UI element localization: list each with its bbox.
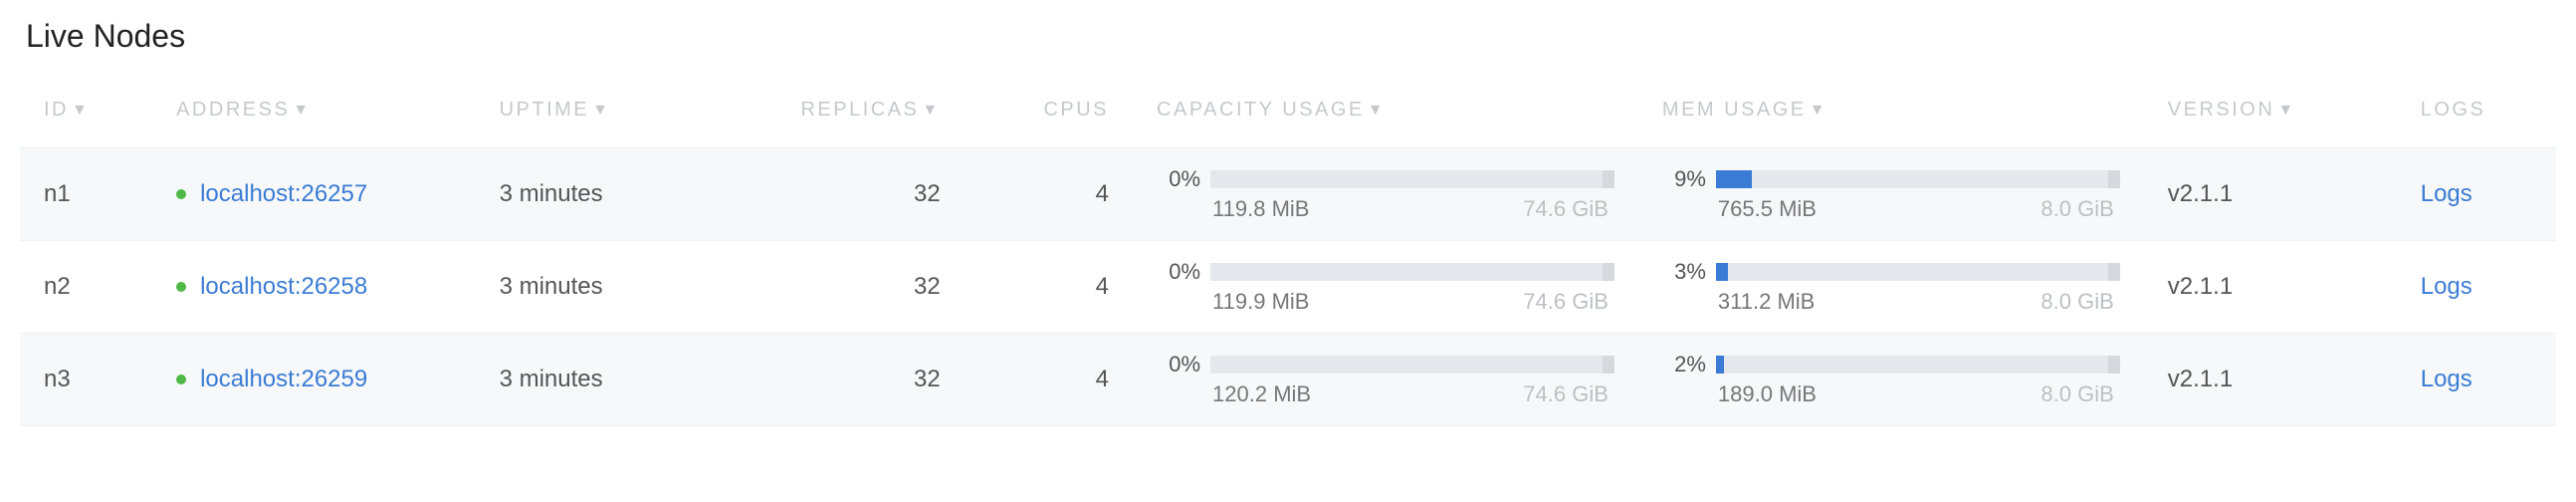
mem-bar-fill: [1716, 356, 1724, 374]
mem-percent: 9%: [1662, 166, 1706, 192]
sort-icon: ▼: [2277, 102, 2295, 119]
cell-address: localhost:26257: [152, 148, 475, 241]
cell-cpus: 4: [965, 334, 1133, 426]
capacity-used: 120.2 MiB: [1212, 381, 1515, 407]
page-title: Live Nodes: [20, 10, 2556, 77]
cell-uptime: 3 minutes: [476, 334, 701, 426]
mem-total: 8.0 GiB: [2040, 381, 2119, 407]
cell-version: v2.1.1: [2144, 241, 2397, 334]
cell-replicas: 32: [700, 334, 965, 426]
capacity-percent: 0%: [1157, 352, 1200, 377]
sort-icon: ▼: [1810, 102, 1827, 119]
table-row: n2 localhost:26258 3 minutes 32 4 0% 119…: [20, 241, 2556, 334]
bar-cap-icon: [2108, 263, 2120, 281]
capacity-total: 74.6 GiB: [1523, 381, 1614, 407]
mem-bar-fill: [1716, 263, 1728, 281]
col-logs: LOGS: [2397, 77, 2556, 148]
sort-icon: ▼: [1368, 102, 1386, 119]
status-dot-icon: [176, 189, 186, 199]
col-id[interactable]: ID▼: [20, 77, 152, 148]
sort-icon: ▼: [922, 102, 940, 119]
status-dot-icon: [176, 282, 186, 292]
cell-mem-usage: 2% 189.0 MiB 8.0 GiB: [1638, 334, 2144, 426]
bar-cap-icon: [1603, 263, 1614, 281]
table-row: n1 localhost:26257 3 minutes 32 4 0% 119…: [20, 148, 2556, 241]
capacity-bar: [1210, 263, 1614, 281]
status-dot-icon: [176, 375, 186, 384]
mem-percent: 3%: [1662, 259, 1706, 285]
nodes-table: ID▼ ADDRESS▼ UPTIME▼ REPLICAS▼ CPUS CAPA…: [20, 77, 2556, 426]
mem-bar: [1716, 356, 2120, 374]
col-replicas[interactable]: REPLICAS▼: [700, 77, 965, 148]
address-link[interactable]: localhost:26258: [200, 273, 367, 300]
sort-icon: ▼: [293, 102, 311, 119]
mem-total: 8.0 GiB: [2040, 196, 2119, 222]
cell-logs: Logs: [2397, 148, 2556, 241]
bar-cap-icon: [2108, 170, 2120, 188]
cell-uptime: 3 minutes: [476, 241, 701, 334]
mem-percent: 2%: [1662, 352, 1706, 377]
col-address[interactable]: ADDRESS▼: [152, 77, 475, 148]
cell-cpus: 4: [965, 148, 1133, 241]
cell-logs: Logs: [2397, 241, 2556, 334]
capacity-bar: [1210, 356, 1614, 374]
cell-mem-usage: 9% 765.5 MiB 8.0 GiB: [1638, 148, 2144, 241]
logs-link[interactable]: Logs: [2421, 273, 2472, 300]
capacity-bar: [1210, 170, 1614, 188]
bar-cap-icon: [1603, 356, 1614, 374]
cell-logs: Logs: [2397, 334, 2556, 426]
bar-cap-icon: [2108, 356, 2120, 374]
mem-bar-fill: [1716, 170, 1753, 188]
col-mem[interactable]: MEM USAGE▼: [1638, 77, 2144, 148]
cell-capacity-usage: 0% 119.9 MiB 74.6 GiB: [1133, 241, 1638, 334]
cell-id: n2: [20, 241, 152, 334]
cell-capacity-usage: 0% 120.2 MiB 74.6 GiB: [1133, 334, 1638, 426]
logs-link[interactable]: Logs: [2421, 366, 2472, 392]
sort-icon: ▼: [592, 102, 610, 119]
capacity-total: 74.6 GiB: [1523, 289, 1614, 315]
cell-replicas: 32: [700, 241, 965, 334]
cell-id: n3: [20, 334, 152, 426]
capacity-used: 119.9 MiB: [1212, 289, 1515, 315]
cell-address: localhost:26259: [152, 334, 475, 426]
cell-cpus: 4: [965, 241, 1133, 334]
col-version[interactable]: VERSION▼: [2144, 77, 2397, 148]
cell-replicas: 32: [700, 148, 965, 241]
mem-bar: [1716, 263, 2120, 281]
mem-used: 311.2 MiB: [1718, 289, 2034, 315]
cell-version: v2.1.1: [2144, 334, 2397, 426]
cell-address: localhost:26258: [152, 241, 475, 334]
mem-used: 765.5 MiB: [1718, 196, 2034, 222]
sort-icon: ▼: [72, 102, 90, 119]
capacity-percent: 0%: [1157, 259, 1200, 285]
bar-cap-icon: [1603, 170, 1614, 188]
address-link[interactable]: localhost:26259: [200, 366, 367, 392]
mem-bar: [1716, 170, 2120, 188]
cell-mem-usage: 3% 311.2 MiB 8.0 GiB: [1638, 241, 2144, 334]
col-cpus[interactable]: CPUS: [965, 77, 1133, 148]
cell-capacity-usage: 0% 119.8 MiB 74.6 GiB: [1133, 148, 1638, 241]
capacity-total: 74.6 GiB: [1523, 196, 1614, 222]
table-row: n3 localhost:26259 3 minutes 32 4 0% 120…: [20, 334, 2556, 426]
address-link[interactable]: localhost:26257: [200, 180, 367, 207]
cell-uptime: 3 minutes: [476, 148, 701, 241]
mem-used: 189.0 MiB: [1718, 381, 2034, 407]
cell-id: n1: [20, 148, 152, 241]
capacity-percent: 0%: [1157, 166, 1200, 192]
logs-link[interactable]: Logs: [2421, 180, 2472, 207]
col-capacity[interactable]: CAPACITY USAGE▼: [1133, 77, 1638, 148]
mem-total: 8.0 GiB: [2040, 289, 2119, 315]
col-uptime[interactable]: UPTIME▼: [476, 77, 701, 148]
capacity-used: 119.8 MiB: [1212, 196, 1515, 222]
cell-version: v2.1.1: [2144, 148, 2397, 241]
